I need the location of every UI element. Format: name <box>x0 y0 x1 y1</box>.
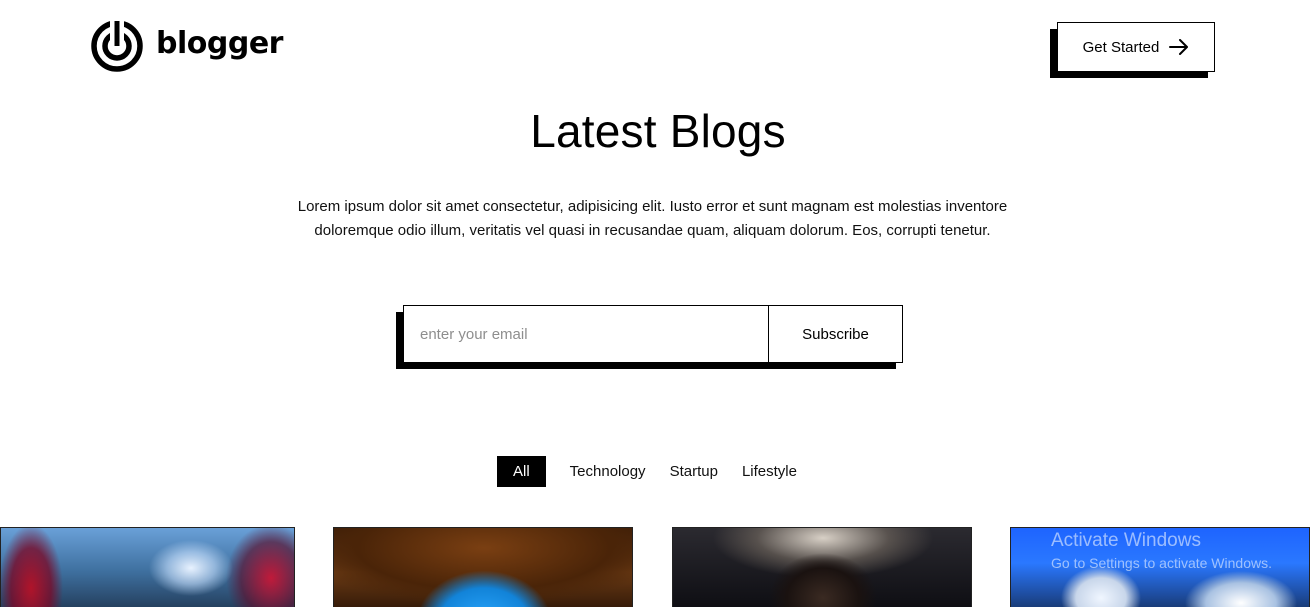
logo[interactable]: blogger <box>90 19 283 73</box>
tab-lifestyle[interactable]: Lifestyle <box>742 456 797 487</box>
tab-startup[interactable]: Startup <box>670 456 718 487</box>
subscribe-wrapper: Subscribe <box>396 305 903 369</box>
page-title: Latest Blogs <box>530 105 786 157</box>
cave-arch-image <box>334 528 632 607</box>
portrait-image <box>673 528 971 607</box>
subscribe-form: Subscribe <box>403 305 903 363</box>
target-logo-icon <box>91 19 143 72</box>
email-input[interactable] <box>404 306 768 362</box>
arrow-right-icon <box>1169 39 1189 55</box>
get-started-label: Get Started <box>1082 38 1160 56</box>
category-filters: All Technology Startup Lifestyle <box>497 456 797 487</box>
blog-card[interactable] <box>1010 527 1310 607</box>
tab-technology[interactable]: Technology <box>570 456 646 487</box>
logo-text: blogger <box>156 26 283 61</box>
tab-all[interactable]: All <box>497 456 546 487</box>
snowy-mountain-image <box>1011 528 1309 607</box>
get-started-button[interactable]: Get Started <box>1057 22 1215 72</box>
blog-card[interactable] <box>672 527 972 607</box>
subscribe-button[interactable]: Subscribe <box>768 306 902 362</box>
blog-card[interactable] <box>333 527 633 607</box>
blog-card[interactable] <box>0 527 295 607</box>
hero-description: Lorem ipsum dolor sit amet consectetur, … <box>297 198 1008 239</box>
get-started-wrapper: Get Started <box>1050 22 1215 78</box>
superhero-city-image <box>1 528 294 607</box>
